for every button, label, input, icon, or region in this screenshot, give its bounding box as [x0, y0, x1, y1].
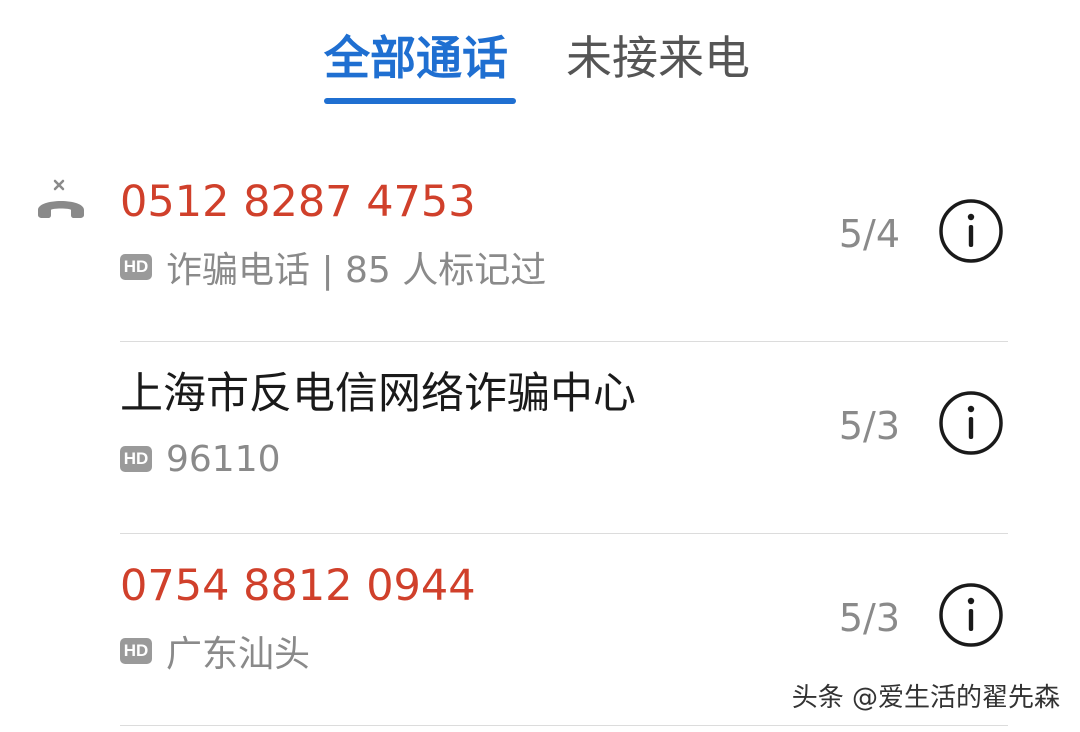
call-list: 0512 8287 4753 HD 诈骗电话 | 85 人标记过 5/4 上海市…	[0, 150, 1080, 726]
caller-number: 0754 8812 0944	[120, 561, 476, 611]
call-date: 5/3	[838, 404, 900, 448]
caller-details: HD 96110	[120, 434, 281, 484]
caller-tag: 诈骗电话 | 85 人标记过	[166, 250, 547, 291]
missed-call-icon	[34, 178, 88, 222]
hd-badge: HD	[120, 446, 152, 472]
call-row[interactable]: 上海市反电信网络诈骗中心 HD 96110 5/3	[0, 342, 1080, 534]
tab-missed-calls[interactable]: 未接来电	[566, 26, 750, 90]
hd-badge: HD	[120, 254, 152, 280]
tab-all-calls[interactable]: 全部通话	[324, 26, 508, 90]
caller-name: 上海市反电信网络诈骗中心	[120, 369, 636, 419]
info-icon[interactable]	[938, 582, 1004, 648]
caller-details: HD 诈骗电话 | 85 人标记过	[120, 242, 546, 292]
watermark: 头条 @爱生活的翟先森	[791, 683, 1060, 713]
call-log-screen: 全部通话 未接来电 0512 8287 4753 HD 诈骗电话 | 85 人标…	[0, 0, 1080, 732]
call-date: 5/3	[838, 596, 900, 640]
caller-number: 96110	[166, 438, 281, 480]
info-icon[interactable]	[938, 390, 1004, 456]
info-icon[interactable]	[938, 198, 1004, 264]
row-divider	[120, 725, 1008, 726]
active-tab-indicator	[324, 98, 516, 104]
caller-number: 0512 8287 4753	[120, 177, 476, 227]
caller-location: 广东汕头	[166, 634, 311, 675]
caller-details: HD 广东汕头	[120, 626, 310, 676]
call-date: 5/4	[838, 212, 900, 256]
call-row[interactable]: 0512 8287 4753 HD 诈骗电话 | 85 人标记过 5/4	[0, 150, 1080, 342]
hd-badge: HD	[120, 638, 152, 664]
call-tabs: 全部通话 未接来电	[0, 26, 1080, 110]
